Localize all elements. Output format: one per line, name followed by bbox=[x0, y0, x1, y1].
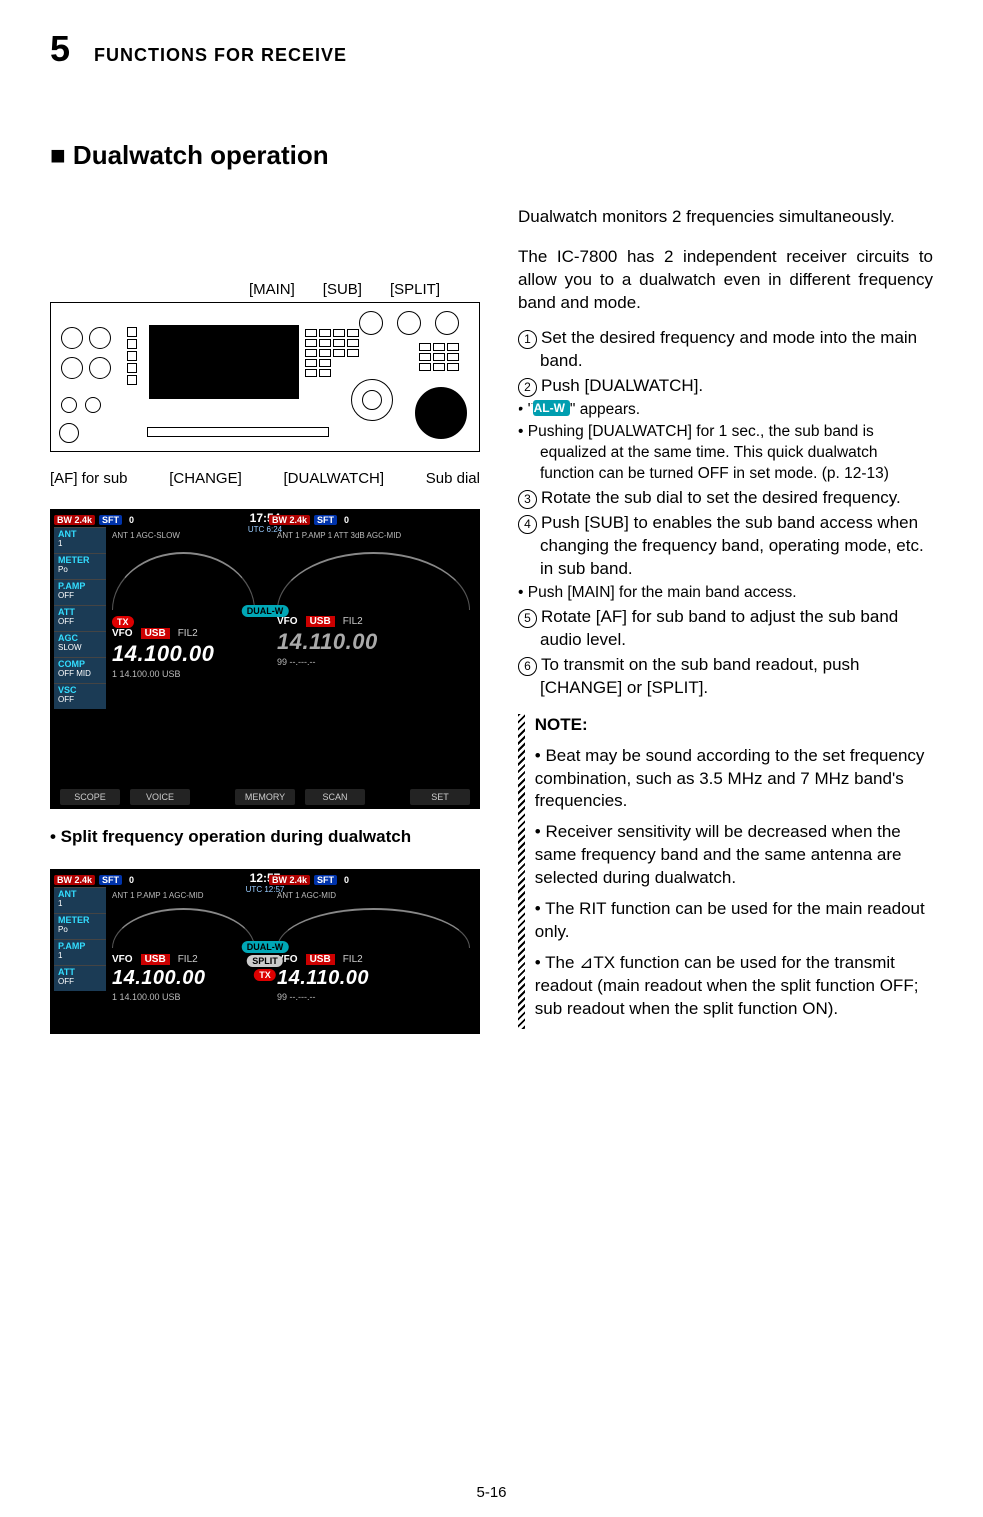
step-6: 6To transmit on the sub band readout, pu… bbox=[518, 654, 933, 700]
step-2b: • Pushing [DUALWATCH] for 1 sec., the su… bbox=[518, 422, 933, 485]
tx-icon-2: TX bbox=[254, 969, 276, 981]
label-sub: [SUB] bbox=[323, 281, 362, 298]
dualw-badge: DUAL-W bbox=[242, 605, 289, 617]
note-head: NOTE: bbox=[535, 715, 588, 734]
section-title: ■ Dualwatch operation bbox=[50, 140, 933, 171]
tx-icon: TX bbox=[112, 616, 134, 628]
note-3: • The RIT function can be used for the m… bbox=[535, 898, 933, 944]
step-3: 3Rotate the sub dial to set the desired … bbox=[518, 487, 933, 510]
page-number: 5-16 bbox=[476, 1484, 506, 1501]
radio-diagram bbox=[50, 302, 480, 452]
step-1: 1Set the desired frequency and mode into… bbox=[518, 327, 933, 373]
dualw-inline-icon: DUAL-W bbox=[533, 400, 570, 416]
step-4: 4Push [SUB] to enables the sub band acce… bbox=[518, 512, 933, 581]
label-split: [SPLIT] bbox=[390, 281, 440, 298]
hatch-bar-icon bbox=[518, 714, 525, 1029]
chapter-heading: FUNCTIONS FOR RECEIVE bbox=[94, 45, 347, 66]
lcd-screenshot-1: ANT1 METERPo P.AMPOFF ATTOFF AGCSLOW COM… bbox=[50, 509, 480, 809]
note-1: • Beat may be sound according to the set… bbox=[535, 745, 933, 814]
label-dualwatch: [DUALWATCH] bbox=[283, 470, 384, 487]
split-caption: • Split frequency operation during dualw… bbox=[50, 827, 480, 847]
sub-frequency-2: 14.110.00 bbox=[277, 967, 480, 990]
main-frequency: 14.100.00 bbox=[112, 641, 265, 667]
intro-line-2: The IC-7800 has 2 independent receiver c… bbox=[518, 246, 933, 315]
dualw-badge-2: DUAL-W bbox=[242, 941, 289, 953]
split-badge: SPLIT bbox=[247, 955, 283, 967]
step-4a: • Push [MAIN] for the main band access. bbox=[518, 583, 933, 604]
note-4: • The ⊿TX function can be used for the t… bbox=[535, 952, 933, 1021]
intro-line-1: Dualwatch monitors 2 frequencies simulta… bbox=[518, 206, 933, 229]
lcd-screenshot-2: ANT1 METERPo P.AMP1 ATTOFF BW 2.4k SFT 0… bbox=[50, 869, 480, 1034]
note-box: NOTE: • Beat may be sound according to t… bbox=[518, 714, 933, 1029]
label-af-sub: [AF] for sub bbox=[50, 470, 128, 487]
step-2a: • "DUAL-W" appears. bbox=[518, 400, 933, 421]
chapter-number: 5 bbox=[50, 28, 70, 70]
label-sub-dial: Sub dial bbox=[426, 470, 480, 487]
step-2: 2Push [DUALWATCH]. bbox=[518, 375, 933, 398]
sub-frequency: 14.110.00 bbox=[277, 629, 480, 655]
label-main: [MAIN] bbox=[249, 281, 295, 298]
label-change: [CHANGE] bbox=[169, 470, 242, 487]
step-5: 5Rotate [AF] for sub band to adjust the … bbox=[518, 606, 933, 652]
note-2: • Receiver sensitivity will be decreased… bbox=[535, 821, 933, 890]
